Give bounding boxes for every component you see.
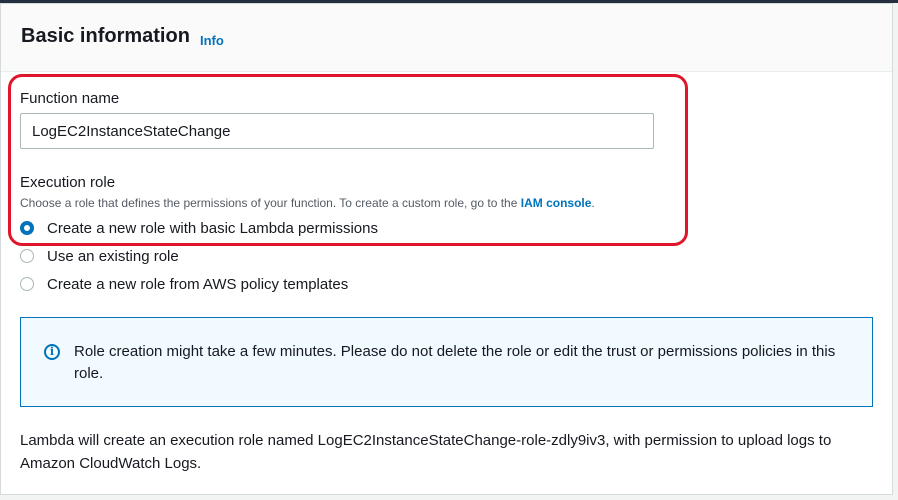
- radio-use-existing-role[interactable]: Use an existing role: [20, 246, 179, 266]
- radio-button[interactable]: [20, 249, 34, 263]
- radio-create-from-templates[interactable]: Create a new role from AWS policy templa…: [20, 274, 348, 294]
- radio-button[interactable]: [20, 277, 34, 291]
- info-alert: i Role creation might take a few minutes…: [20, 317, 873, 407]
- execution-role-label: Execution role: [20, 174, 116, 191]
- panel-header: Basic information Info: [1, 4, 892, 72]
- execution-role-description: Choose a role that defines the permissio…: [20, 196, 595, 210]
- execution-role-summary: Lambda will create an execution role nam…: [20, 432, 832, 472]
- function-name-label: Function name: [20, 90, 120, 107]
- iam-console-link[interactable]: IAM console: [521, 196, 592, 210]
- radio-button-selected[interactable]: [20, 221, 34, 235]
- info-link[interactable]: Info: [200, 33, 224, 48]
- radio-label: Create a new role with basic Lambda perm…: [47, 219, 378, 237]
- radio-label: Use an existing role: [47, 247, 179, 265]
- panel-title: Basic information: [21, 25, 190, 47]
- execution-role-description-text: Choose a role that defines the permissio…: [20, 196, 521, 210]
- info-circle-icon: i: [44, 344, 60, 360]
- execution-role-description-suffix: .: [591, 196, 595, 210]
- alert-text: Role creation might take a few minutes. …: [74, 343, 836, 382]
- radio-create-basic-role[interactable]: Create a new role with basic Lambda perm…: [20, 218, 378, 238]
- function-name-input[interactable]: [20, 113, 654, 149]
- radio-label: Create a new role from AWS policy templa…: [47, 275, 349, 293]
